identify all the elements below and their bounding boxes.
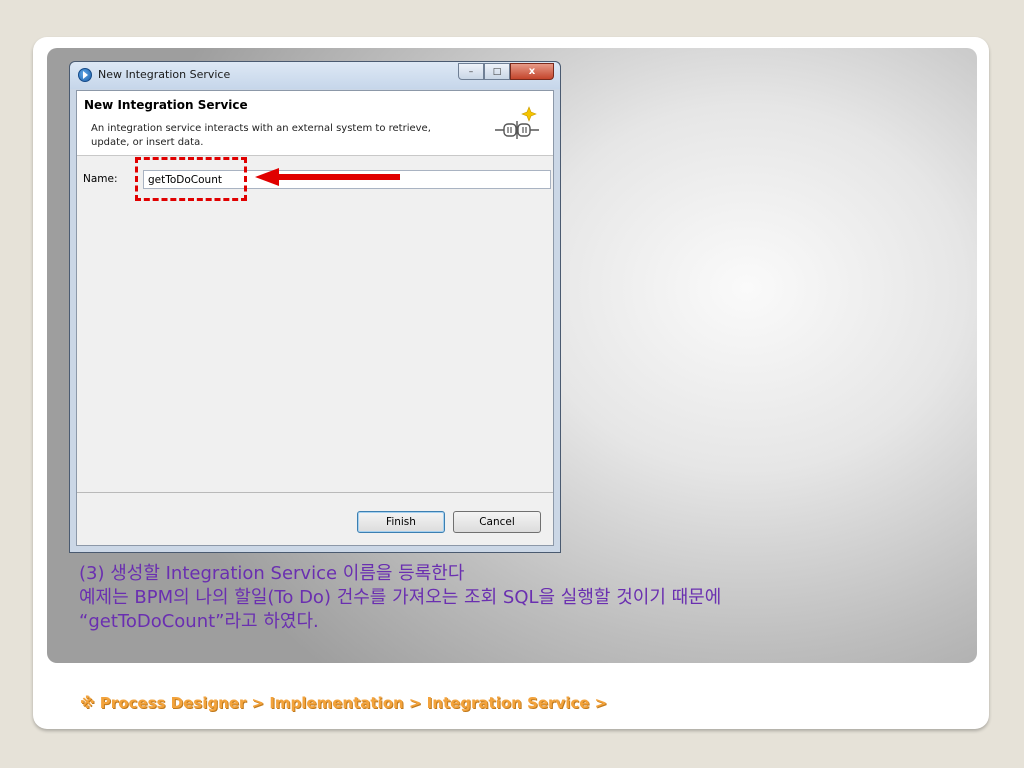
window-title: New Integration Service: [98, 68, 231, 81]
window-controls: – □ x: [458, 63, 554, 80]
cancel-button[interactable]: Cancel: [453, 511, 541, 533]
wizard-description: An integration service interacts with an…: [91, 123, 431, 148]
caption-line-2: 예제는 BPM의 나의 할일(To Do) 건수를 가져오는 조회 SQL을 실…: [79, 587, 722, 608]
minimize-button[interactable]: –: [458, 63, 484, 80]
window-titlebar[interactable]: New Integration Service – □ x: [70, 62, 560, 89]
name-label: Name:: [83, 173, 118, 185]
close-button[interactable]: x: [510, 63, 554, 80]
app-icon: [78, 68, 92, 82]
new-integration-service-dialog: New Integration Service – □ x New Integr…: [69, 61, 561, 553]
wizard-heading: New Integration Service: [84, 98, 248, 112]
breadcrumb: ※ Process Designer > Implementation > In…: [80, 694, 608, 712]
integration-connector-icon: [495, 106, 539, 139]
slide-caption: (3) 생성할 Integration Service 이름을 등록한다 예제는…: [79, 562, 959, 634]
button-bar-separator: [77, 492, 553, 493]
left-arrow-icon: [255, 168, 400, 186]
caption-line-1: (3) 생성할 Integration Service 이름을 등록한다: [79, 563, 465, 584]
caption-line-3: “getToDoCount”라고 하였다.: [79, 611, 319, 632]
name-highlight-box: [135, 157, 247, 201]
finish-button[interactable]: Finish: [357, 511, 445, 533]
maximize-button[interactable]: □: [484, 63, 510, 80]
wizard-banner: New Integration Service An integration s…: [77, 91, 553, 156]
